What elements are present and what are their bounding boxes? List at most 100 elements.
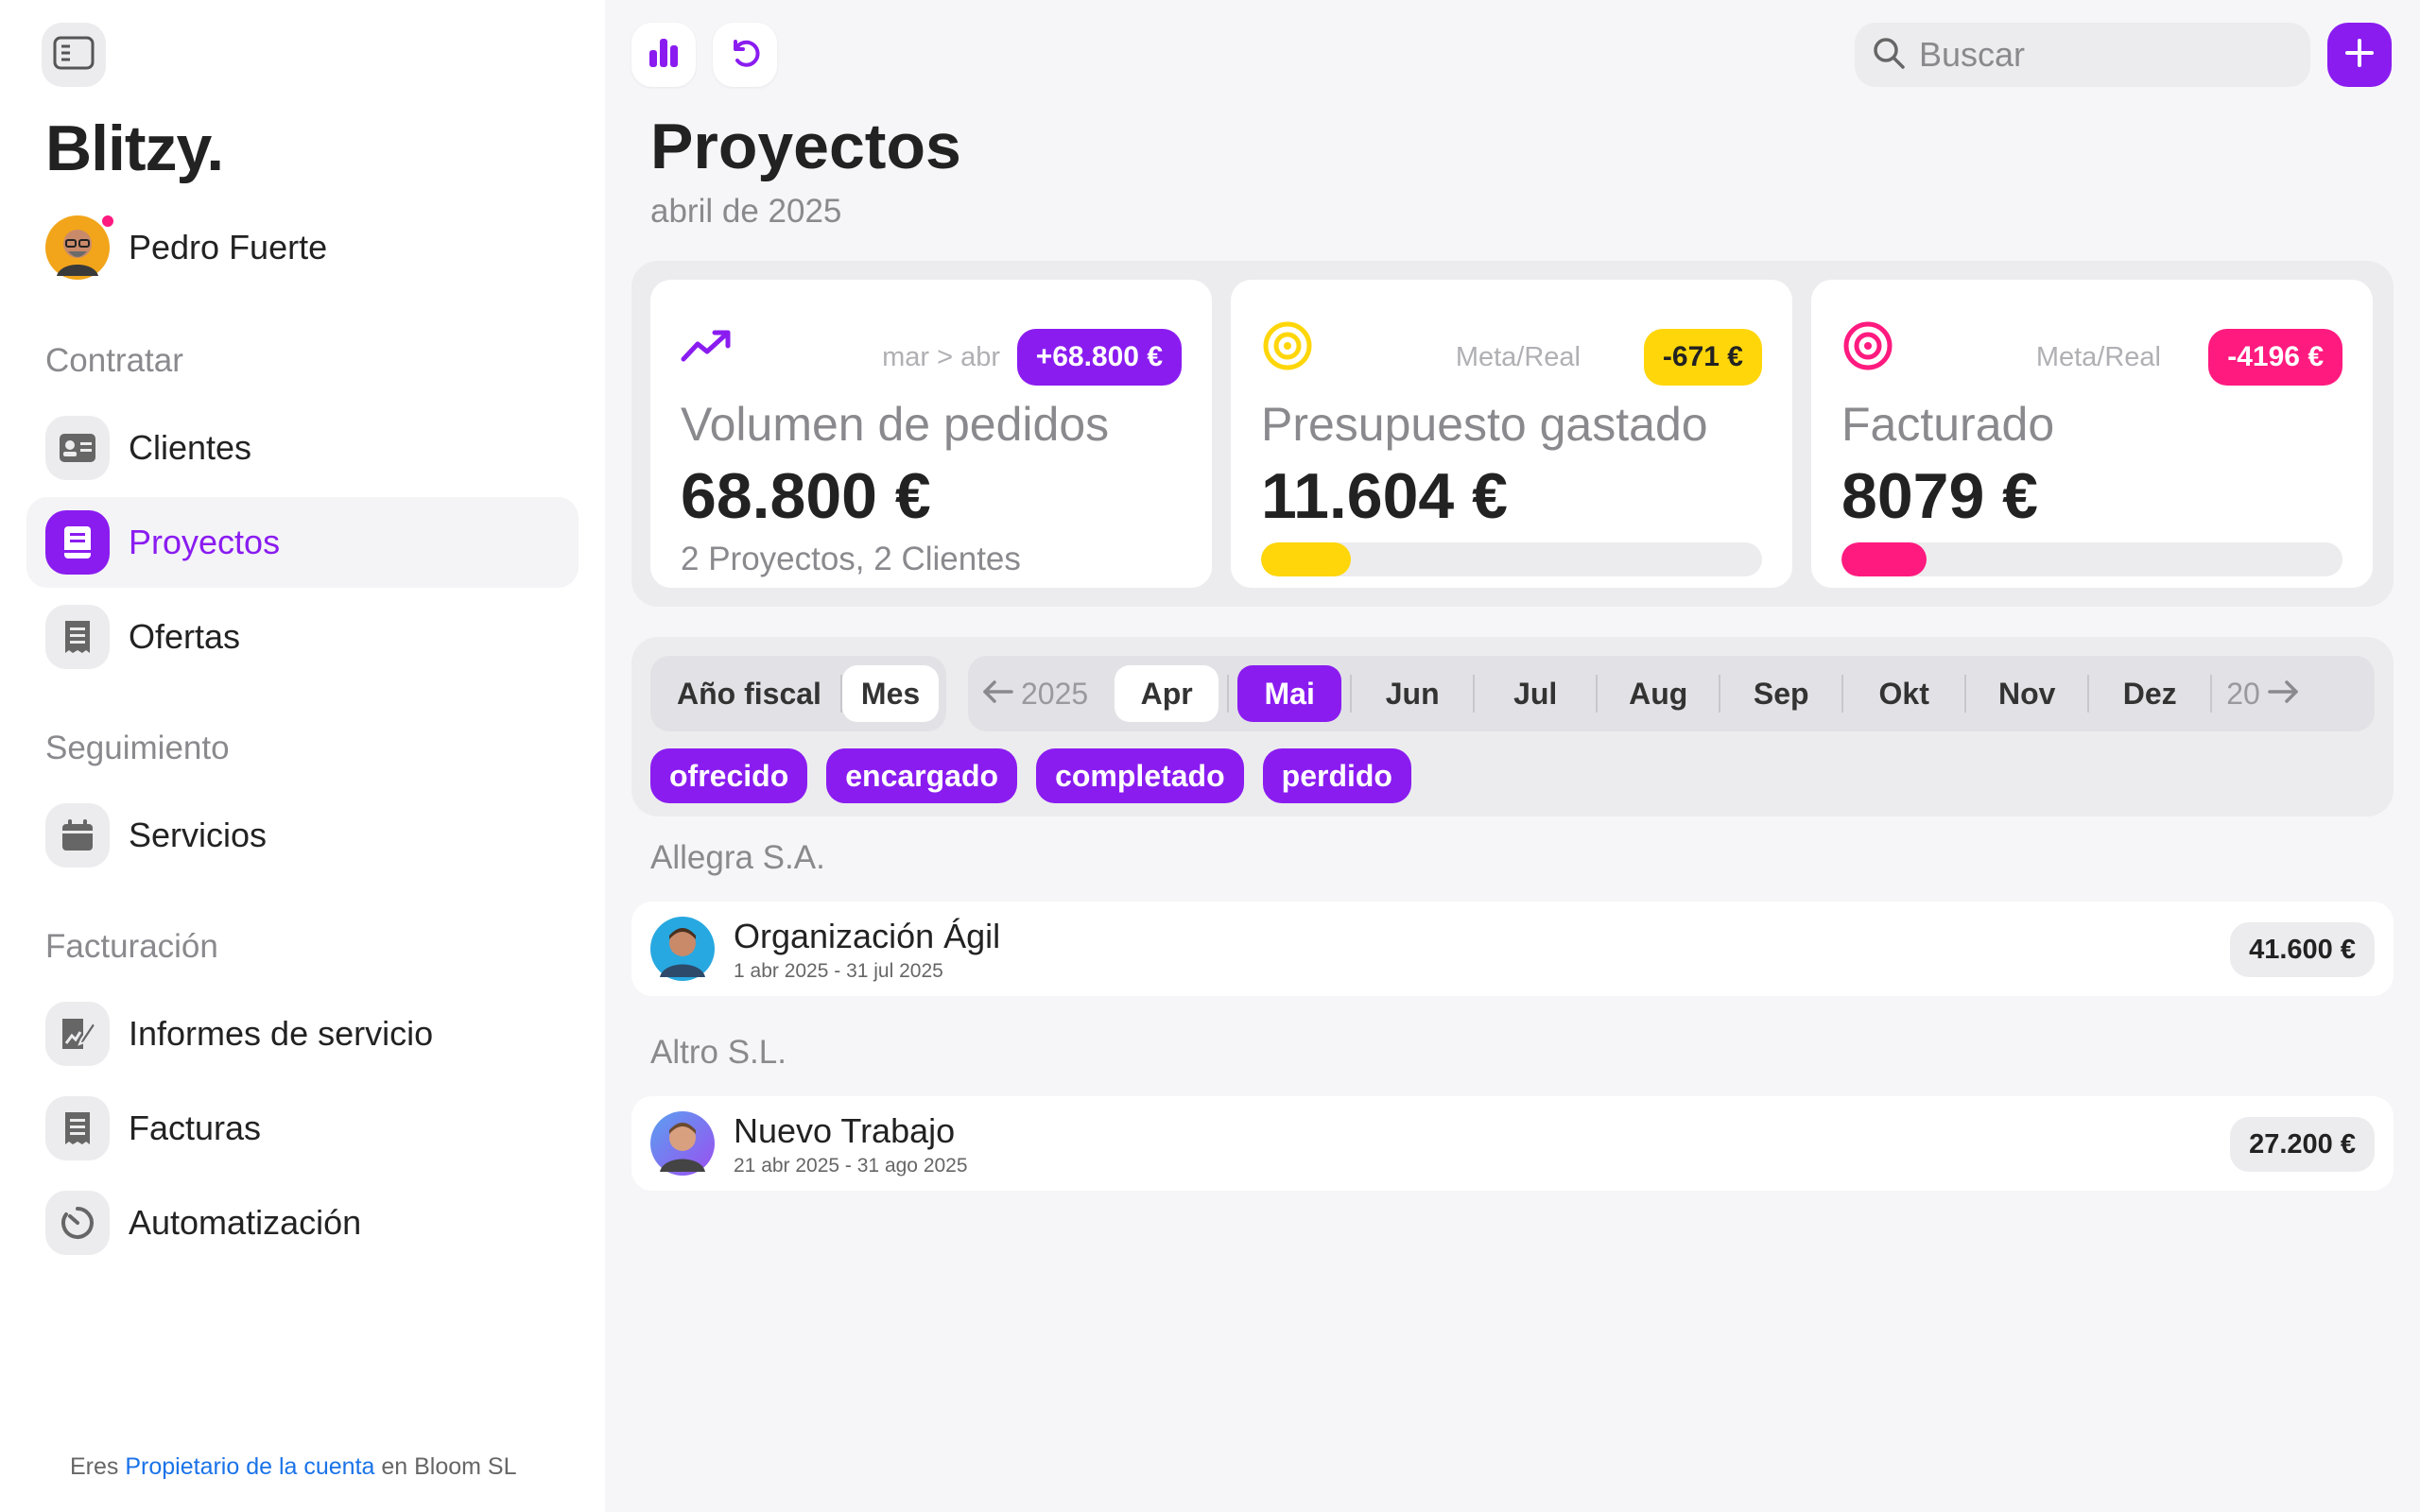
footer-prefix: Eres: [70, 1453, 126, 1480]
sidebar-item-label: Proyectos: [129, 523, 281, 561]
statistics-button[interactable]: [631, 23, 696, 87]
invoice-icon: [45, 1096, 110, 1160]
section-title-seguimiento: Seguimiento: [45, 730, 230, 766]
card-badge: -4196 €: [2208, 329, 2342, 386]
divider: [1227, 675, 1230, 713]
sidebar-toggle-button[interactable]: [42, 23, 106, 87]
card-badge: +68.800 €: [1016, 329, 1182, 386]
sidebar-item-servicios[interactable]: Servicios: [26, 790, 579, 881]
tag-encargado[interactable]: encargado: [826, 748, 1018, 803]
bar-chart-icon: [647, 37, 681, 74]
notification-dot: [100, 214, 115, 229]
progress-fill: [1261, 542, 1352, 576]
month-sep[interactable]: Sep: [1729, 665, 1833, 722]
tag-perdido[interactable]: perdido: [1262, 748, 1411, 803]
target-icon: [1261, 319, 1314, 372]
card-volumen-de-pedidos: mar > abr +68.800 € Volumen de pedidos 6…: [650, 280, 1212, 588]
reset-button[interactable]: [713, 23, 777, 87]
trending-up-icon: [681, 319, 734, 372]
sidebar-item-label: Facturas: [129, 1108, 262, 1147]
filter-panel: Año fiscal Mes 2025 Apr Mai Jun Jul Aug …: [631, 637, 2394, 816]
progress-fill: [1841, 542, 1927, 576]
divider: [1350, 675, 1353, 713]
card-value: 68.800 €: [681, 460, 931, 532]
divider: [1596, 675, 1599, 713]
project-name: Organización Ágil: [734, 917, 1001, 955]
year-previous-label: 2025: [1021, 676, 1089, 711]
divider: [1964, 675, 1967, 713]
tag-completado[interactable]: completado: [1036, 748, 1244, 803]
month-okt[interactable]: Okt: [1852, 665, 1956, 722]
section-title-contratar: Contratar: [45, 342, 183, 379]
undo-icon: [726, 34, 764, 77]
target-icon: [1841, 319, 1894, 372]
next-year-button[interactable]: 20: [2221, 665, 2300, 722]
project-name: Nuevo Trabajo: [734, 1111, 956, 1150]
sidebar-toggle-icon: [53, 36, 95, 75]
divider: [2210, 675, 2213, 713]
arrow-right-icon: [2266, 678, 2300, 711]
add-project-button[interactable]: [2327, 23, 2392, 87]
period-segmented-control: Año fiscal Mes: [650, 656, 947, 731]
sidebar-item-ofertas[interactable]: Ofertas: [26, 592, 579, 682]
project-row[interactable]: Nuevo Trabajo 21 abr 2025 - 31 ago 2025 …: [631, 1096, 2394, 1191]
card-meta: Meta/Real: [1455, 342, 1581, 372]
tab-ano-fiscal[interactable]: Año fiscal: [658, 665, 840, 722]
project-book-icon: [45, 510, 110, 575]
month-jun[interactable]: Jun: [1360, 665, 1464, 722]
month-mai[interactable]: Mai: [1237, 665, 1342, 722]
tag-ofrecido[interactable]: ofrecido: [650, 748, 808, 803]
month-aug[interactable]: Aug: [1606, 665, 1710, 722]
search-bar: [1855, 23, 2310, 87]
card-meta: mar > abr: [882, 342, 1000, 372]
month-nov[interactable]: Nov: [1975, 665, 2079, 722]
divider: [1719, 675, 1721, 713]
card-title: Presupuesto gastado: [1261, 398, 1708, 451]
sidebar-item-facturas[interactable]: Facturas: [26, 1083, 579, 1174]
report-edit-icon: [45, 1002, 110, 1066]
sidebar-item-automatizacion[interactable]: Automatización: [26, 1177, 579, 1268]
account-owner-link[interactable]: Propietario de la cuenta: [125, 1453, 374, 1480]
month-apr[interactable]: Apr: [1115, 665, 1219, 722]
divider: [1473, 675, 1476, 713]
sidebar-item-label: Informes de servicio: [129, 1014, 434, 1053]
card-title: Facturado: [1841, 398, 2055, 451]
month-jul[interactable]: Jul: [1483, 665, 1587, 722]
sidebar-item-clientes[interactable]: Clientes: [26, 403, 579, 493]
card-badge: -671 €: [1643, 329, 1762, 386]
user-profile[interactable]: Pedro Fuerte: [45, 214, 327, 280]
card-facturado: Meta/Real -4196 € Facturado 8079 €: [1811, 280, 2373, 588]
budget-progress-bar: [1261, 542, 1762, 576]
page-title: Proyectos: [650, 111, 961, 182]
project-row[interactable]: Organización Ágil 1 abr 2025 - 31 jul 20…: [631, 902, 2394, 996]
status-tags: ofrecido encargado completado perdido: [650, 748, 1430, 803]
month-selector: 2025 Apr Mai Jun Jul Aug Sep Okt Nov Dez…: [968, 656, 2375, 731]
section-title-facturacion: Facturación: [45, 928, 218, 965]
previous-year-button[interactable]: 2025: [981, 665, 1094, 722]
project-amount: 27.200 €: [2230, 1117, 2375, 1172]
tab-mes[interactable]: Mes: [841, 665, 940, 722]
sidebar-item-label: Automatización: [129, 1203, 362, 1242]
page-subtitle: abril de 2025: [650, 193, 842, 230]
contact-card-icon: [45, 416, 110, 480]
card-title: Volumen de pedidos: [681, 398, 1110, 451]
footer-suffix: en Bloom SL: [374, 1453, 517, 1480]
arrow-left-icon: [981, 678, 1015, 711]
sidebar-item-label: Clientes: [129, 428, 252, 467]
card-subtext: 2 Proyectos, 2 Clientes: [681, 541, 1021, 577]
search-icon: [1872, 36, 1906, 75]
search-input[interactable]: [1919, 35, 2278, 75]
sidebar-item-label: Ofertas: [129, 617, 241, 656]
avatar: [45, 214, 115, 280]
card-presupuesto-gastado: Meta/Real -671 € Presupuesto gastado 11.…: [1231, 280, 1792, 588]
divider: [1841, 675, 1844, 713]
sidebar: Blitzy. Pedro Fuerte Contratar Clientes …: [0, 0, 605, 1512]
avatar: [650, 917, 715, 981]
month-dez[interactable]: Dez: [2098, 665, 2202, 722]
sidebar-item-informes-de-servicio[interactable]: Informes de servicio: [26, 988, 579, 1079]
card-value: 8079 €: [1841, 460, 2038, 532]
sidebar-item-label: Servicios: [129, 816, 268, 854]
avatar: [650, 1111, 715, 1176]
invoiced-progress-bar: [1841, 542, 2342, 576]
sidebar-item-proyectos[interactable]: Proyectos: [26, 497, 579, 588]
